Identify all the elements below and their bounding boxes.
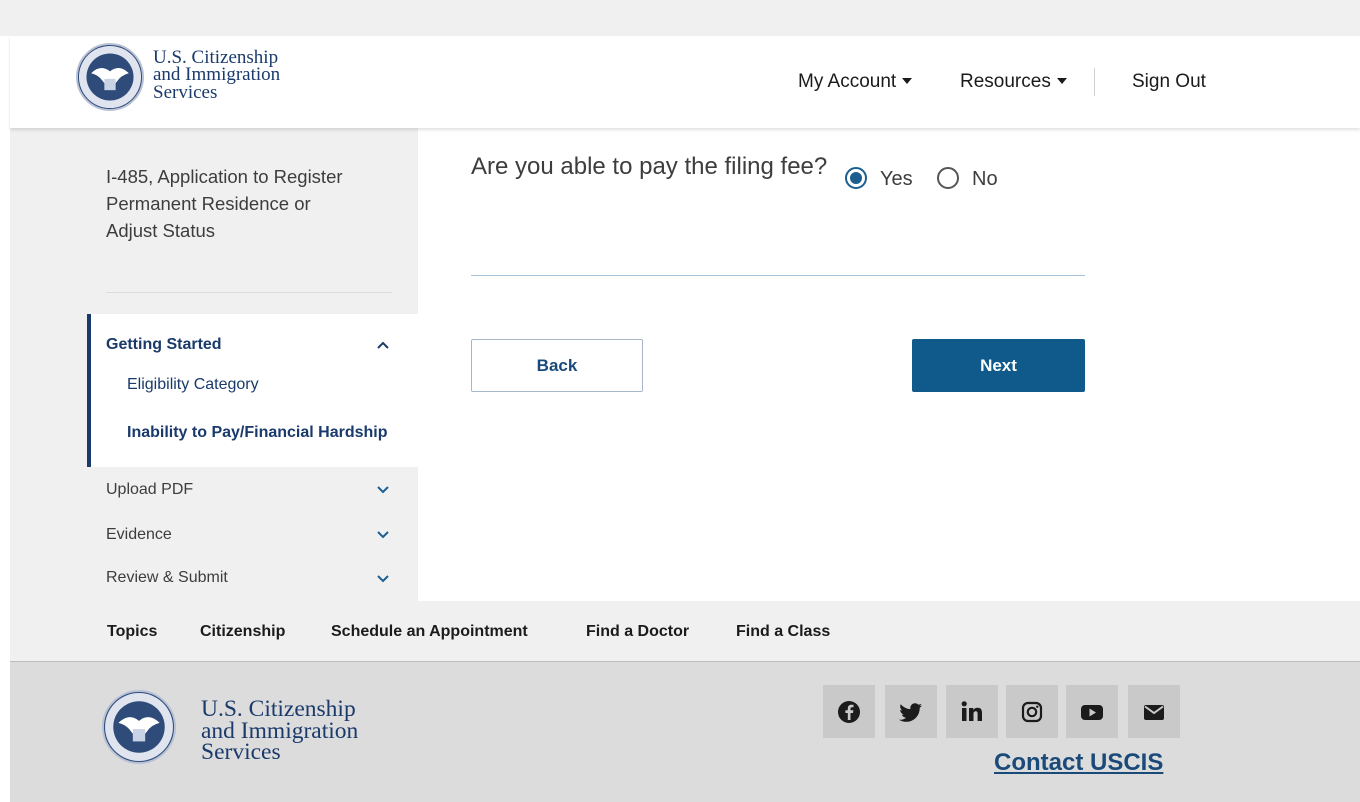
- footer-brand-name[interactable]: U.S. Citizenship and Immigration Service…: [201, 697, 358, 766]
- radio-yes[interactable]: [845, 167, 867, 189]
- back-button[interactable]: Back: [471, 339, 643, 392]
- browser-top-band: [0, 0, 1360, 36]
- brand-line-3: Services: [153, 81, 218, 103]
- nav-my-account-label: My Account: [798, 71, 897, 92]
- nav-divider: [1094, 68, 1095, 96]
- sidebar-item-getting-started[interactable]: Getting Started: [106, 336, 222, 354]
- caret-down-icon: [1056, 78, 1067, 84]
- chevron-down-icon[interactable]: [377, 531, 389, 539]
- content-divider: [471, 275, 1085, 276]
- nav-sign-out[interactable]: Sign Out: [1132, 71, 1206, 93]
- dhs-seal-logo[interactable]: [76, 43, 144, 111]
- sidebar-subitem-eligibility-category[interactable]: Eligibility Category: [127, 376, 259, 394]
- next-button[interactable]: Next: [912, 339, 1085, 392]
- sidebar-item-evidence[interactable]: Evidence: [106, 526, 172, 544]
- instagram-icon[interactable]: [1006, 685, 1058, 738]
- radio-no[interactable]: [937, 167, 959, 189]
- contact-uscis-link[interactable]: Contact USCIS: [994, 749, 1163, 777]
- nav-resources-label: Resources: [960, 71, 1051, 92]
- footer-link-find-class[interactable]: Find a Class: [736, 623, 830, 641]
- question-text: Are you able to pay the filing fee?: [471, 153, 828, 180]
- dhs-seal-logo[interactable]: [102, 690, 176, 764]
- header-brand-name[interactable]: U.S. Citizenship and Immigration Service…: [153, 48, 280, 103]
- sidebar-subitem-inability-to-pay[interactable]: Inability to Pay/Financial Hardship: [127, 424, 388, 442]
- brand-line-3: Services: [201, 739, 281, 766]
- email-icon[interactable]: [1128, 685, 1180, 738]
- footer-link-find-doctor[interactable]: Find a Doctor: [586, 623, 689, 641]
- footer-link-schedule-appointment[interactable]: Schedule an Appointment: [331, 623, 528, 641]
- facebook-icon[interactable]: [823, 685, 875, 738]
- chevron-down-icon[interactable]: [377, 575, 389, 583]
- footer-link-topics[interactable]: Topics: [107, 623, 157, 641]
- chevron-down-icon[interactable]: [377, 486, 389, 494]
- radio-yes-label[interactable]: Yes: [880, 168, 913, 191]
- sidebar-item-upload-pdf[interactable]: Upload PDF: [106, 481, 193, 499]
- twitter-icon[interactable]: [885, 685, 937, 738]
- radio-no-label[interactable]: No: [972, 168, 998, 191]
- caret-down-icon: [902, 78, 913, 84]
- chevron-up-icon[interactable]: [377, 341, 389, 349]
- nav-resources[interactable]: Resources: [960, 71, 1067, 93]
- nav-my-account[interactable]: My Account: [798, 71, 913, 93]
- footer-link-citizenship[interactable]: Citizenship: [200, 623, 285, 641]
- youtube-icon[interactable]: [1066, 685, 1118, 738]
- linkedin-icon[interactable]: [946, 685, 998, 738]
- sidebar-item-review-submit[interactable]: Review & Submit: [106, 569, 228, 587]
- form-title: I-485, Application to Register Permanent…: [106, 166, 343, 241]
- sidebar-divider: [106, 292, 392, 293]
